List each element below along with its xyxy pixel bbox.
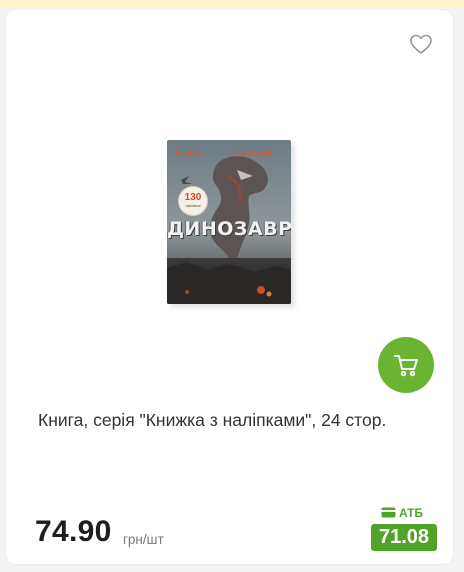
product-image[interactable]: Книжка з наліпками 130 наліпок ДИНОЗАВРИ [167,140,297,308]
heart-outline-icon [410,34,432,54]
cover-title: ДИНОЗАВРИ [167,218,291,240]
cover-badge-number: 130 [184,192,202,203]
product-title[interactable]: Книга, серія "Книжка з наліпками", 24 ст… [38,410,438,431]
club-price-badge: 71.08 [371,524,437,551]
book-cover: Книжка з наліпками 130 наліпок ДИНОЗАВРИ [167,140,291,304]
product-price: 74.90 [35,515,112,548]
club-label-text: АТБ [399,506,424,520]
product-card: Книжка з наліпками 130 наліпок ДИНОЗАВРИ… [6,10,453,564]
favorite-button[interactable] [408,32,434,56]
cover-badge: 130 наліпок [179,187,207,215]
add-to-cart-button[interactable] [378,337,434,393]
shopping-cart-icon [394,355,418,377]
page: Книжка з наліпками 130 наліпок ДИНОЗАВРИ… [0,0,464,572]
cover-label-left: Книжка [176,150,203,157]
card-icon [381,507,396,518]
cover-label-right: з наліпками [231,150,273,157]
price-unit: грн/шт [123,532,164,547]
top-strip [0,0,464,7]
cover-badge-text: наліпок [185,203,201,208]
